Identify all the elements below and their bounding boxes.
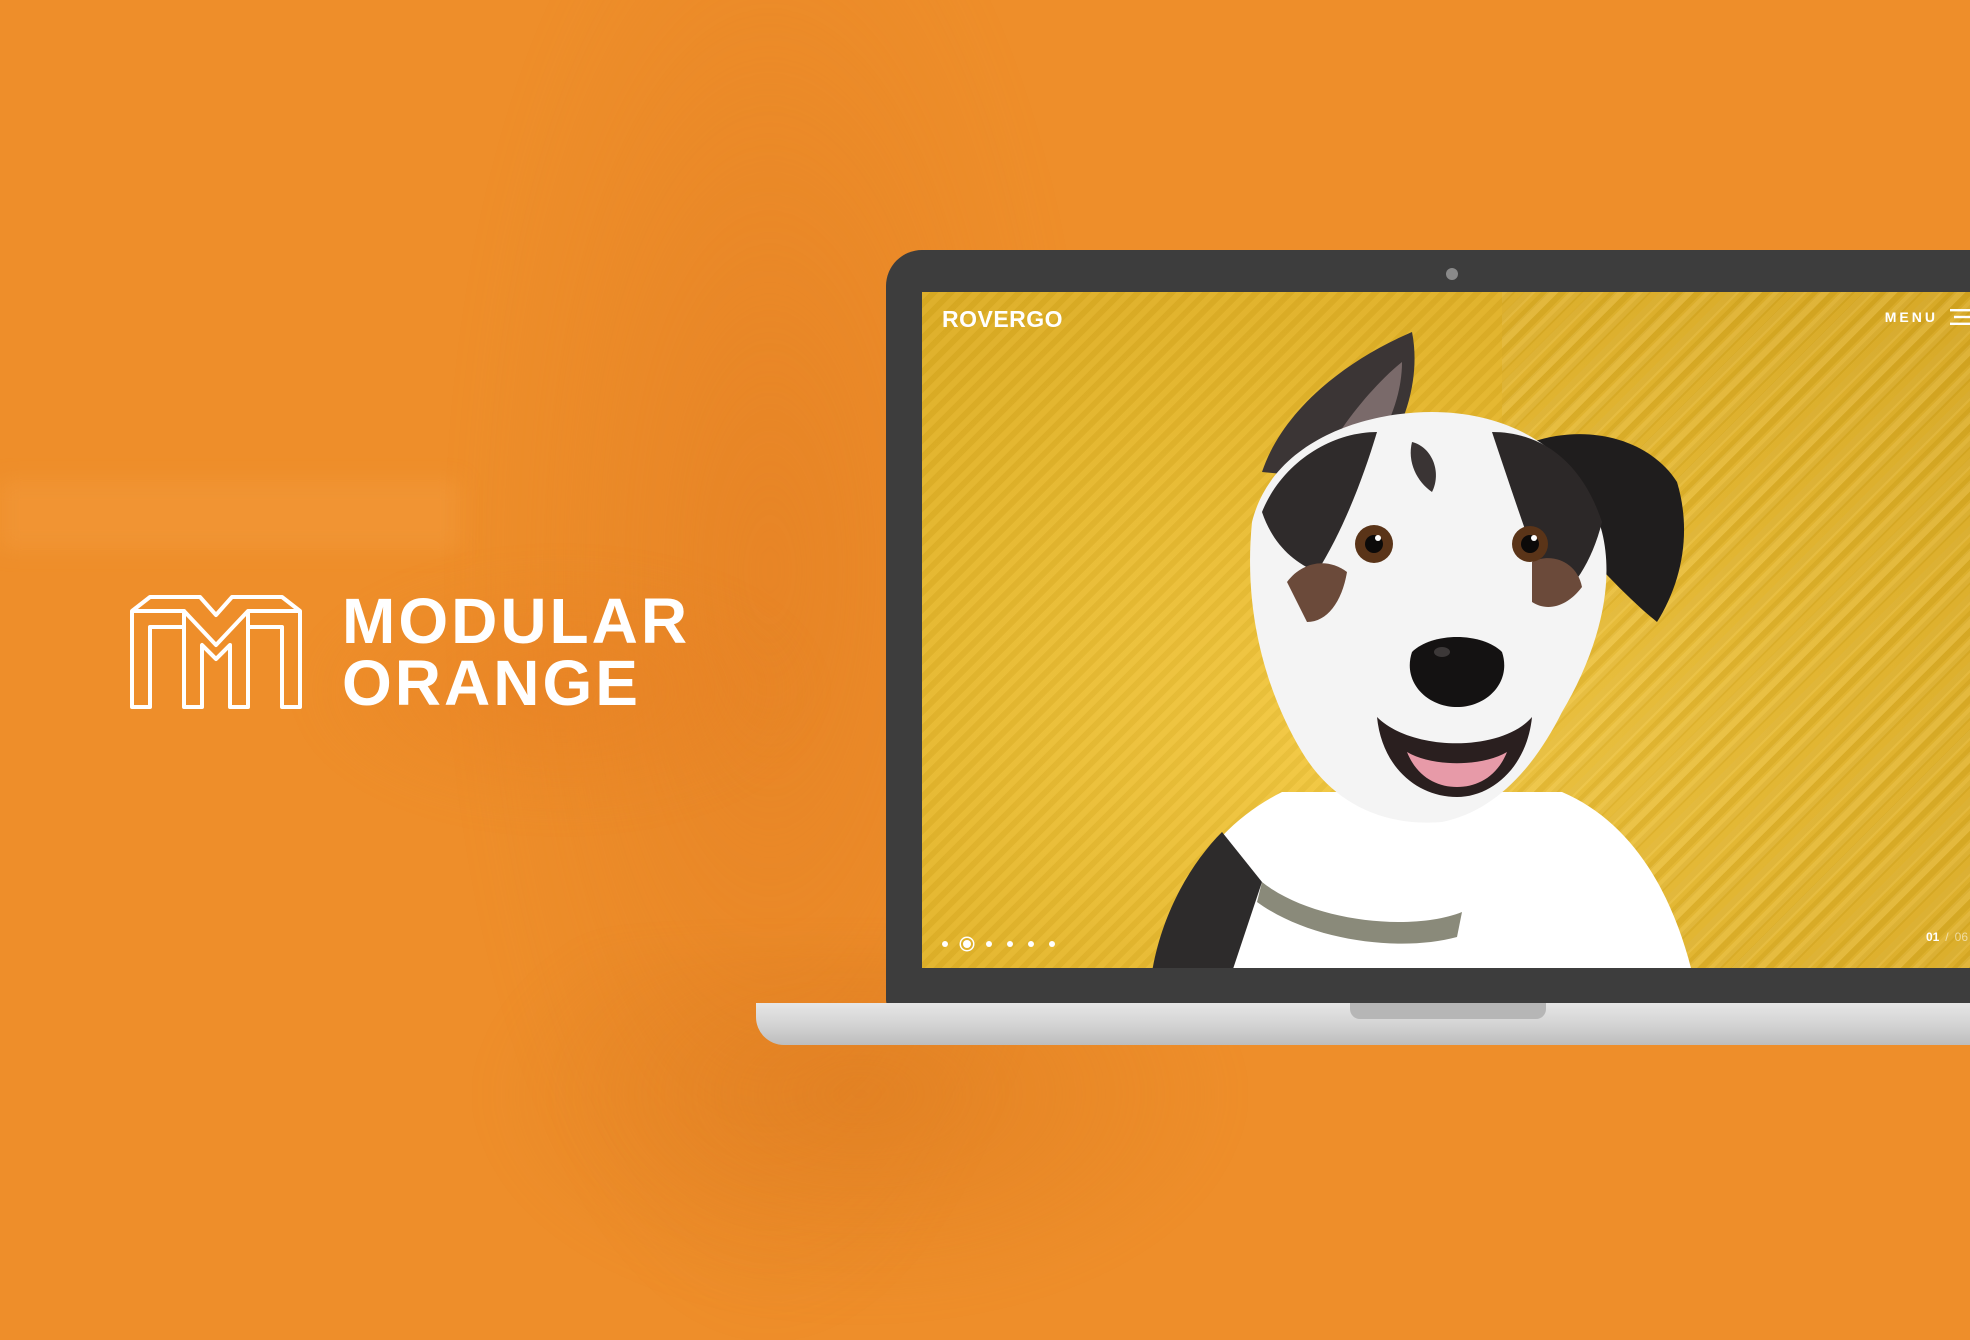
hamburger-icon bbox=[1950, 309, 1970, 325]
slider-dot-1[interactable] bbox=[942, 941, 948, 947]
slide-counter-total: 06 bbox=[1954, 930, 1968, 944]
dog-portrait bbox=[1152, 332, 1691, 968]
modular-m-logo-icon bbox=[130, 595, 302, 709]
slider-dot-5[interactable] bbox=[1028, 941, 1034, 947]
brand-line-1: MODULAR bbox=[342, 585, 691, 657]
slider-dot-4[interactable] bbox=[1007, 941, 1013, 947]
slider-dot-2-active[interactable] bbox=[963, 940, 971, 948]
slider-dots bbox=[942, 940, 1070, 948]
laptop-notch bbox=[1350, 1003, 1546, 1019]
brand-lockup: MODULAR ORANGE bbox=[130, 585, 691, 719]
menu-button[interactable]: MENU bbox=[1885, 309, 1970, 325]
site-logo[interactable]: ROVERGO bbox=[942, 306, 1063, 333]
slide-counter: 01 / 06 bbox=[1926, 930, 1968, 944]
menu-label: MENU bbox=[1884, 309, 1938, 325]
slider-dot-6[interactable] bbox=[1049, 941, 1055, 947]
laptop-base bbox=[756, 1003, 1970, 1045]
background-table-blur bbox=[0, 480, 460, 550]
laptop-lid: ROVERGO MENU 01 / 06 bbox=[886, 250, 1970, 1010]
slide-counter-separator: / bbox=[1945, 930, 1949, 944]
brand-wordmark: MODULAR ORANGE bbox=[342, 585, 691, 719]
slide-counter-current: 01 bbox=[1925, 930, 1940, 944]
laptop-screen: ROVERGO MENU 01 / 06 bbox=[922, 292, 1970, 968]
brand-line-2: ORANGE bbox=[342, 647, 641, 719]
camera-icon bbox=[1446, 268, 1458, 280]
slider-dot-3[interactable] bbox=[986, 941, 992, 947]
